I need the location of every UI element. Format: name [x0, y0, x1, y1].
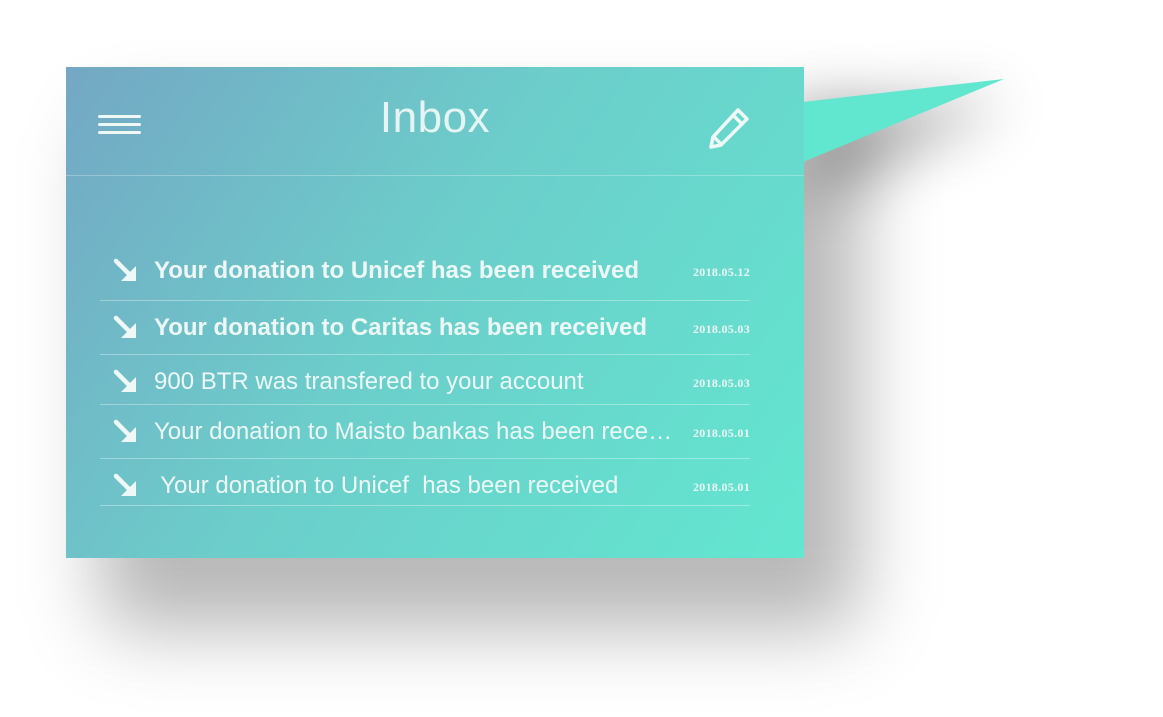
arrow-down-right-icon [113, 369, 136, 392]
message-date: 2018.05.12 [693, 265, 750, 279]
list-item[interactable]: Your donation to Maisto bankas has been … [100, 405, 750, 459]
message-date: 2018.05.03 [693, 322, 750, 336]
compose-button[interactable] [706, 105, 752, 151]
message-subject: Your donation to Caritas has been receiv… [154, 314, 648, 341]
message-list: Your donation to Unicef has been receive… [100, 244, 750, 506]
message-subject: Your donation to Unicef has been receive… [154, 257, 639, 284]
arrow-down-right-icon [113, 315, 136, 338]
list-item[interactable]: Your donation to Caritas has been receiv… [100, 301, 750, 355]
arrow-down-right-icon [113, 258, 136, 281]
message-subject: 900 BTR was transfered to your account [154, 368, 584, 395]
arrow-down-right-icon [113, 419, 136, 442]
list-item[interactable]: 900 BTR was transfered to your account 2… [100, 355, 750, 405]
message-date: 2018.05.01 [693, 426, 750, 440]
arrow-down-right-icon [113, 473, 136, 496]
page-title: Inbox [379, 93, 491, 142]
message-date: 2018.05.03 [693, 376, 750, 390]
pencil-icon [709, 108, 749, 149]
inbox-panel: Inbox Your donation to Unicef has been r… [66, 67, 804, 558]
inbox-header: Inbox [66, 67, 804, 176]
list-item[interactable]: Your donation to Unicef has been receive… [100, 244, 750, 301]
message-subject: Your donation to Maisto bankas has been … [154, 418, 674, 445]
list-item[interactable]: Your donation to Unicef has been receive… [100, 459, 750, 506]
message-date: 2018.05.01 [693, 480, 750, 494]
message-subject: Your donation to Unicef has been receive… [154, 472, 619, 499]
